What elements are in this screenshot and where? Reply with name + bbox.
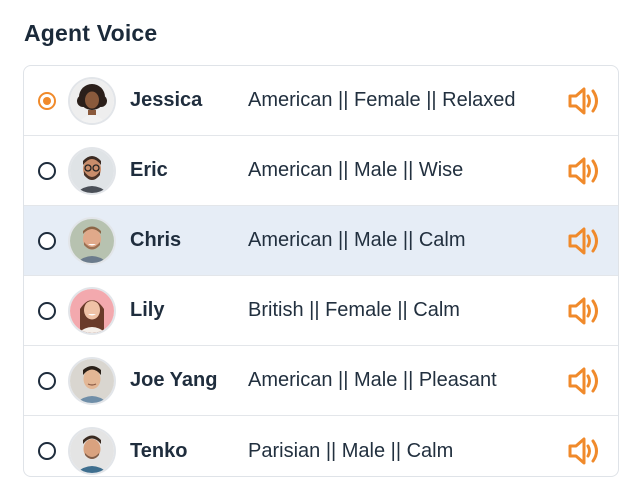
radio-button[interactable] bbox=[38, 231, 56, 250]
speaker-icon[interactable] bbox=[566, 296, 602, 326]
avatar-lily bbox=[70, 288, 114, 333]
radio-button[interactable] bbox=[38, 301, 56, 320]
section-title: Agent Voice bbox=[24, 20, 158, 46]
radio-button[interactable] bbox=[38, 371, 56, 390]
speaker-icon[interactable] bbox=[566, 226, 602, 256]
radio-button[interactable] bbox=[38, 442, 56, 460]
avatar-eric bbox=[70, 148, 114, 193]
speaker-icon[interactable] bbox=[566, 156, 602, 186]
voice-row-tenko[interactable]: Tenko Parisian || Male || Calm bbox=[24, 416, 618, 476]
radio-button-selected[interactable] bbox=[38, 91, 56, 110]
voice-description: American || Male || Pleasant bbox=[248, 369, 497, 391]
voice-name: Tenko bbox=[130, 439, 188, 462]
speaker-icon[interactable] bbox=[566, 366, 602, 396]
voice-row-chris[interactable]: Chris American || Male || Calm bbox=[24, 206, 618, 276]
voice-name: Joe Yang bbox=[130, 369, 218, 391]
voice-description: American || Male || Wise bbox=[248, 159, 464, 181]
voice-row-jessica[interactable]: Jessica American || Female || Relaxed bbox=[24, 66, 618, 136]
speaker-icon[interactable] bbox=[566, 86, 602, 116]
voice-name: Eric bbox=[130, 159, 168, 181]
voice-name: Lily bbox=[130, 299, 165, 321]
voice-name: Chris bbox=[130, 229, 182, 251]
avatar-chris bbox=[70, 218, 114, 263]
voice-row-lily[interactable]: Lily British || Female || Calm bbox=[24, 276, 618, 346]
voice-description: Parisian || Male || Calm bbox=[248, 439, 454, 462]
voice-description: American || Female || Relaxed bbox=[248, 89, 516, 111]
speaker-icon[interactable] bbox=[566, 436, 602, 466]
avatar-jessica bbox=[70, 78, 114, 123]
avatar-joe-yang bbox=[70, 358, 114, 403]
voice-description: British || Female || Calm bbox=[248, 299, 460, 321]
voice-description: American || Male || Calm bbox=[248, 229, 466, 251]
voice-name: Jessica bbox=[130, 89, 203, 111]
voice-row-joe-yang[interactable]: Joe Yang American || Male || Pleasant bbox=[24, 346, 618, 416]
voice-row-eric[interactable]: Eric American || Male || Wise bbox=[24, 136, 618, 206]
voice-list: Jessica American || Female || Relaxed Er… bbox=[23, 65, 619, 477]
radio-button[interactable] bbox=[38, 161, 56, 180]
avatar-tenko bbox=[70, 429, 114, 473]
